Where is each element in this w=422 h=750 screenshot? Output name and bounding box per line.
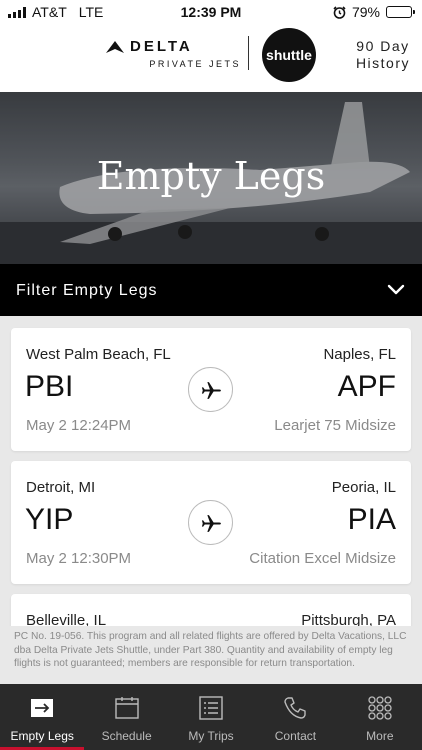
origin-code: YIP [25,503,74,536]
list-icon [199,696,223,720]
destination-city: Naples, FL [323,346,396,363]
private-jets-text: PRIVATE JETS [149,59,241,69]
battery-percent: 79% [351,4,380,20]
arrow-right-icon [31,699,54,717]
tab-my-trips[interactable]: My Trips [169,684,253,750]
plane-icon [188,367,233,412]
aircraft-type: Citation Excel Midsize [249,550,396,567]
status-bar: AT&T LTE 12:39 PM 79% [0,0,422,24]
empty-leg-card[interactable]: West Palm Beach, FL Naples, FL PBI APF M… [11,328,411,451]
tab-label: Schedule [101,729,152,743]
filter-bar[interactable]: Filter Empty Legs [0,264,422,316]
origin-city: West Palm Beach, FL [26,346,171,363]
phone-icon [284,697,307,719]
tab-label: Contact [274,729,317,743]
empty-leg-card[interactable]: Detroit, MI Peoria, IL YIP PIA May 2 12:… [11,461,411,584]
plane-icon [188,500,233,545]
history-line-1: 90 Day [356,38,410,54]
chevron-down-icon[interactable] [386,279,406,299]
alarm-icon [333,5,346,19]
tab-schedule[interactable]: Schedule [84,684,168,750]
legal-disclaimer: PC No. 19-056. This program and all rela… [0,626,422,684]
tab-contact[interactable]: Contact [253,684,337,750]
battery-icon [386,6,415,18]
tab-bar: Empty Legs Schedule My Trips Contact Mor… [0,684,422,750]
destination-code: APF [337,370,396,403]
origin-code: PBI [25,370,74,403]
page-title: Empty Legs [96,154,326,198]
delta-private-jets-logo[interactable]: DELTA PRIVATE JETS [106,38,241,69]
tab-label: Empty Legs [10,729,74,743]
grid-icon [368,696,392,720]
status-right: 79% [333,4,415,20]
tab-more[interactable]: More [338,684,422,750]
departure-datetime: May 2 12:30PM [26,550,132,567]
app-header: DELTA PRIVATE JETS shuttle 90 Day Histor… [0,24,422,92]
destination-code: PIA [347,503,396,536]
delta-widget-icon [106,40,124,53]
delta-wordmark: DELTA [130,38,193,55]
destination-city: Peoria, IL [331,479,396,496]
departure-datetime: May 2 12:24PM [26,417,132,434]
aircraft-type: Learjet 75 Midsize [274,417,396,434]
90-day-history-link[interactable]: 90 Day History [356,38,410,72]
filter-label: Filter Empty Legs [16,282,158,299]
tab-label: My Trips [188,729,234,743]
tab-empty-legs[interactable]: Empty Legs [0,684,85,750]
origin-city: Detroit, MI [26,479,96,496]
history-line-2: History [355,55,410,71]
logo-divider [248,36,249,70]
hero-banner: Empty Legs [0,92,422,264]
shuttle-logo: shuttle [262,28,316,82]
calendar-icon [114,697,139,719]
tab-label: More [366,729,394,743]
